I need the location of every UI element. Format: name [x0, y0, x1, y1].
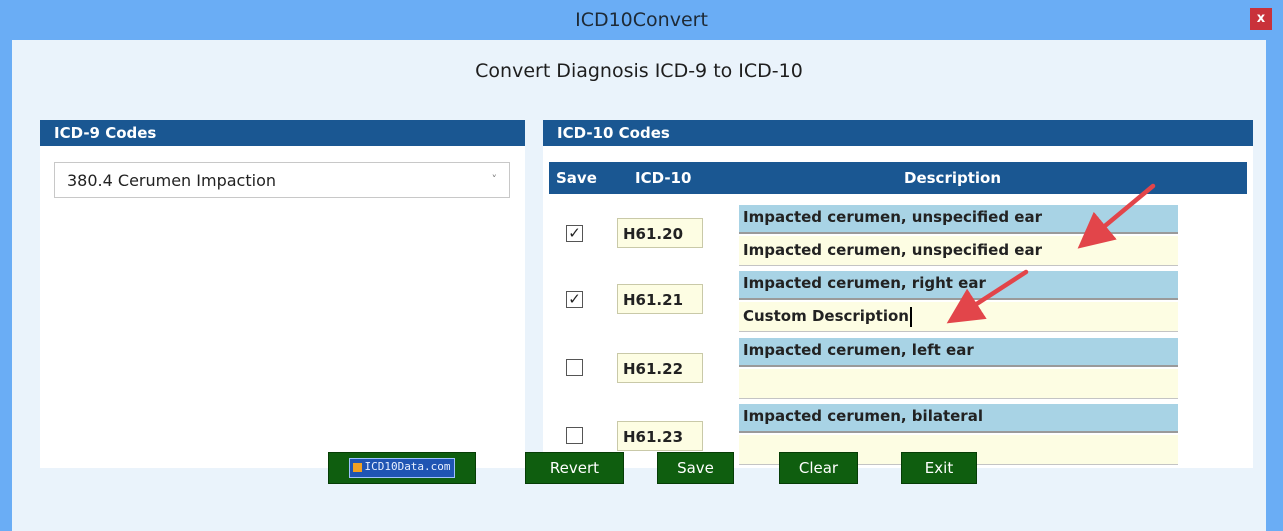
column-header-save: Save [556, 169, 597, 187]
app-window: ICD10Convert x Convert Diagnosis ICD-9 t… [0, 0, 1283, 531]
table-row: H61.23 Impacted cerumen, bilateral [543, 404, 1253, 470]
save-checkbox[interactable]: ✓ [566, 225, 583, 242]
page-title: Convert Diagnosis ICD-9 to ICD-10 [475, 60, 803, 82]
column-header-icd10: ICD-10 [635, 169, 692, 187]
custom-description-field[interactable] [739, 369, 1178, 399]
chevron-down-icon: ˅ [491, 173, 498, 186]
official-description: Impacted cerumen, bilateral [739, 404, 1178, 433]
icd10-code-field: H61.22 [617, 353, 703, 383]
official-description: Impacted cerumen, left ear [739, 338, 1178, 367]
icd9-panel-header: ICD-9 Codes [40, 120, 525, 146]
main-content: Convert Diagnosis ICD-9 to ICD-10 ICD-9 … [12, 40, 1266, 531]
table-row: ✓ H61.21 Impacted cerumen, right ear Cus… [543, 271, 1253, 337]
custom-description-text: Custom Description [743, 307, 909, 325]
icd10-grid-header: Save ICD-10 Description [549, 162, 1247, 194]
official-description: Impacted cerumen, unspecified ear [739, 205, 1178, 234]
clear-button[interactable]: Clear [779, 452, 858, 484]
icd10-panel: ICD-10 Codes Save ICD-10 Description ✓ H… [543, 120, 1253, 468]
icd10-code-field: H61.20 [617, 218, 703, 248]
icd10-panel-header: ICD-10 Codes [543, 120, 1253, 146]
icd10data-logo: ICD10Data.com [349, 458, 455, 478]
icd9-selected-value: 380.4 Cerumen Impaction [67, 171, 276, 190]
window-title: ICD10Convert [575, 9, 708, 31]
title-bar[interactable]: ICD10Convert x [0, 0, 1283, 40]
column-header-description: Description [904, 169, 1002, 187]
save-button[interactable]: Save [657, 452, 734, 484]
icd9-panel: ICD-9 Codes 380.4 Cerumen Impaction ˅ [40, 120, 525, 468]
close-button[interactable]: x [1250, 8, 1272, 30]
icd10data-logo-button[interactable]: ICD10Data.com [328, 452, 476, 484]
icd10-code-field: H61.23 [617, 421, 703, 451]
text-cursor [909, 306, 912, 327]
custom-description-field[interactable]: Impacted cerumen, unspecified ear [739, 236, 1178, 266]
save-checkbox[interactable]: ✓ [566, 291, 583, 308]
logo-icon [353, 462, 363, 472]
official-description: Impacted cerumen, right ear [739, 271, 1178, 300]
save-checkbox[interactable] [566, 427, 583, 444]
icd10-code-field: H61.21 [617, 284, 703, 314]
icd9-code-dropdown[interactable]: 380.4 Cerumen Impaction ˅ [54, 162, 510, 198]
exit-button[interactable]: Exit [901, 452, 977, 484]
save-checkbox[interactable] [566, 359, 583, 376]
logo-text: ICD10Data.com [364, 460, 451, 473]
table-row: H61.22 Impacted cerumen, left ear [543, 338, 1253, 404]
custom-description-field[interactable]: Custom Description [739, 302, 1178, 332]
revert-button[interactable]: Revert [525, 452, 624, 484]
table-row: ✓ H61.20 Impacted cerumen, unspecified e… [543, 205, 1253, 271]
